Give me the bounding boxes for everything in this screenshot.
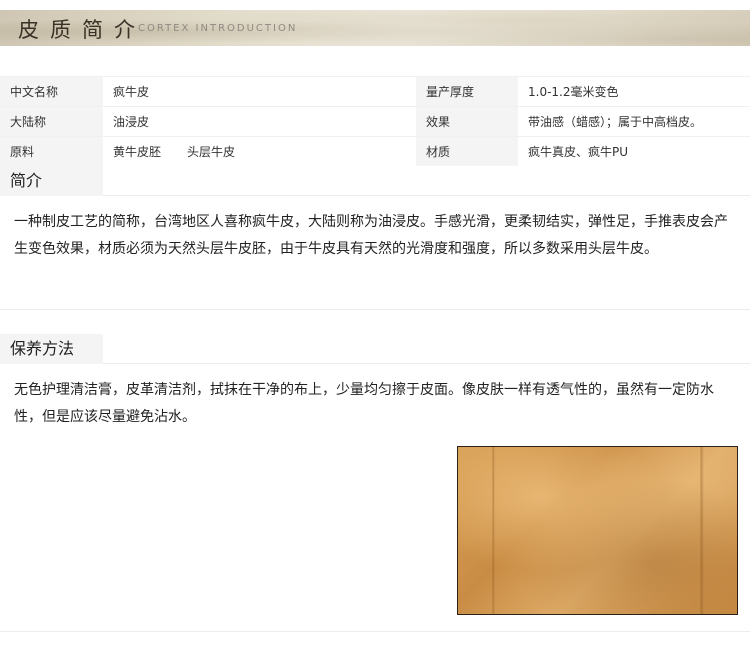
spec-table: 中文名称 疯牛皮 量产厚度 1.0-1.2毫米变色 大陆称 油浸皮 效果 带油感… bbox=[0, 76, 750, 167]
care-body: 无色护理清洁膏，皮革清洁剂，拭抹在干净的布上，少量均匀擦于皮面。像皮肤一样有透气… bbox=[0, 364, 750, 632]
care-text: 无色护理清洁膏，皮革清洁剂，拭抹在干净的布上，少量均匀擦于皮面。像皮肤一样有透气… bbox=[14, 382, 714, 425]
section-banner: 皮质简介 CORTEX INTRODUCTION bbox=[0, 10, 750, 46]
spec-value: 疯牛皮 bbox=[103, 77, 416, 106]
spec-value: 疯牛真皮、疯牛PU bbox=[518, 137, 750, 166]
spec-label: 效果 bbox=[416, 107, 518, 136]
spec-value: 油浸皮 bbox=[103, 107, 416, 136]
spec-label: 大陆称 bbox=[0, 107, 103, 136]
banner-title: 皮质简介 bbox=[18, 18, 146, 42]
header-fill bbox=[103, 334, 750, 364]
spec-value-part: 头层牛皮 bbox=[187, 145, 236, 159]
care-header: 保养方法 bbox=[0, 334, 750, 364]
intro-heading: 简介 bbox=[0, 166, 103, 196]
table-row: 中文名称 疯牛皮 量产厚度 1.0-1.2毫米变色 bbox=[0, 77, 750, 107]
banner-subtitle: CORTEX INTRODUCTION bbox=[138, 23, 298, 34]
spec-label: 原料 bbox=[0, 137, 103, 166]
intro-text: 一种制皮工艺的简称，台湾地区人喜称疯牛皮，大陆则称为油浸皮。手感光滑，更柔韧结实… bbox=[14, 214, 728, 257]
intro-body: 一种制皮工艺的简称，台湾地区人喜称疯牛皮，大陆则称为油浸皮。手感光滑，更柔韧结实… bbox=[0, 196, 750, 310]
spec-value: 带油感（蜡感）；属于中高档皮。 bbox=[518, 107, 750, 136]
spec-value: 黄牛皮胚 头层牛皮 bbox=[103, 137, 416, 166]
spec-label: 中文名称 bbox=[0, 77, 103, 106]
spec-value: 1.0-1.2毫米变色 bbox=[518, 77, 750, 106]
table-row: 原料 黄牛皮胚 头层牛皮 材质 疯牛真皮、疯牛PU bbox=[0, 137, 750, 167]
spec-value-part: 黄牛皮胚 bbox=[113, 145, 162, 159]
spec-label: 量产厚度 bbox=[416, 77, 518, 106]
header-fill bbox=[103, 166, 750, 196]
care-heading: 保养方法 bbox=[0, 334, 103, 364]
leather-sample-image bbox=[457, 446, 738, 615]
table-row: 大陆称 油浸皮 效果 带油感（蜡感）；属于中高档皮。 bbox=[0, 107, 750, 137]
spec-label: 材质 bbox=[416, 137, 518, 166]
intro-header: 简介 bbox=[0, 166, 750, 196]
